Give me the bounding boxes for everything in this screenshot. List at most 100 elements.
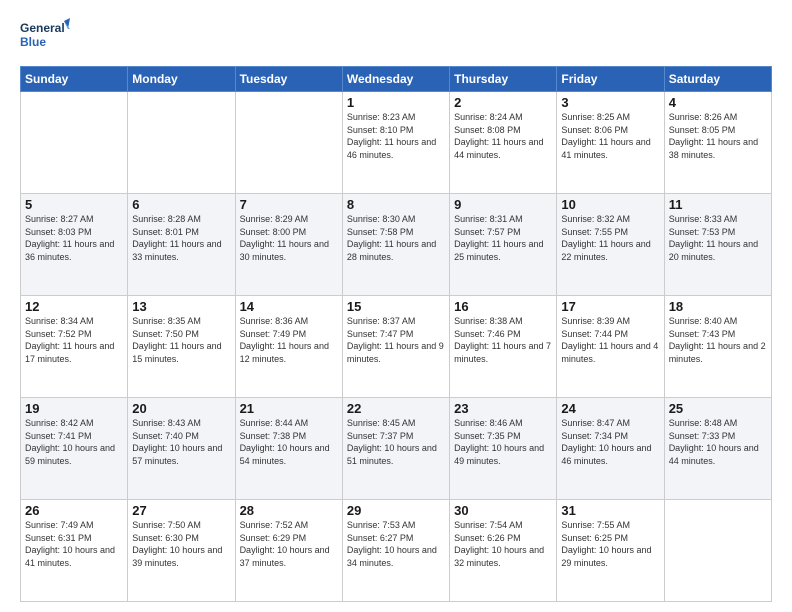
day-number: 4 <box>669 95 767 110</box>
day-cell: 22Sunrise: 8:45 AM Sunset: 7:37 PM Dayli… <box>342 398 449 500</box>
day-info: Sunrise: 8:42 AM Sunset: 7:41 PM Dayligh… <box>25 417 123 467</box>
day-number: 18 <box>669 299 767 314</box>
svg-text:Blue: Blue <box>20 35 46 49</box>
day-cell: 26Sunrise: 7:49 AM Sunset: 6:31 PM Dayli… <box>21 500 128 602</box>
day-cell: 21Sunrise: 8:44 AM Sunset: 7:38 PM Dayli… <box>235 398 342 500</box>
day-info: Sunrise: 8:33 AM Sunset: 7:53 PM Dayligh… <box>669 213 767 263</box>
day-header-sunday: Sunday <box>21 67 128 92</box>
day-number: 5 <box>25 197 123 212</box>
day-cell: 11Sunrise: 8:33 AM Sunset: 7:53 PM Dayli… <box>664 194 771 296</box>
day-info: Sunrise: 8:48 AM Sunset: 7:33 PM Dayligh… <box>669 417 767 467</box>
day-header-monday: Monday <box>128 67 235 92</box>
day-info: Sunrise: 8:35 AM Sunset: 7:50 PM Dayligh… <box>132 315 230 365</box>
day-cell <box>235 92 342 194</box>
day-number: 28 <box>240 503 338 518</box>
calendar-table: SundayMondayTuesdayWednesdayThursdayFrid… <box>20 66 772 602</box>
day-info: Sunrise: 7:54 AM Sunset: 6:26 PM Dayligh… <box>454 519 552 569</box>
header-row: SundayMondayTuesdayWednesdayThursdayFrid… <box>21 67 772 92</box>
day-number: 24 <box>561 401 659 416</box>
day-info: Sunrise: 8:45 AM Sunset: 7:37 PM Dayligh… <box>347 417 445 467</box>
day-number: 8 <box>347 197 445 212</box>
day-cell: 6Sunrise: 8:28 AM Sunset: 8:01 PM Daylig… <box>128 194 235 296</box>
day-info: Sunrise: 8:27 AM Sunset: 8:03 PM Dayligh… <box>25 213 123 263</box>
day-number: 31 <box>561 503 659 518</box>
day-number: 2 <box>454 95 552 110</box>
day-header-thursday: Thursday <box>450 67 557 92</box>
day-info: Sunrise: 8:29 AM Sunset: 8:00 PM Dayligh… <box>240 213 338 263</box>
day-cell: 8Sunrise: 8:30 AM Sunset: 7:58 PM Daylig… <box>342 194 449 296</box>
day-cell: 29Sunrise: 7:53 AM Sunset: 6:27 PM Dayli… <box>342 500 449 602</box>
logo-svg: General Blue <box>20 16 70 58</box>
day-number: 13 <box>132 299 230 314</box>
day-cell: 20Sunrise: 8:43 AM Sunset: 7:40 PM Dayli… <box>128 398 235 500</box>
day-info: Sunrise: 8:32 AM Sunset: 7:55 PM Dayligh… <box>561 213 659 263</box>
day-cell: 18Sunrise: 8:40 AM Sunset: 7:43 PM Dayli… <box>664 296 771 398</box>
day-number: 29 <box>347 503 445 518</box>
day-number: 3 <box>561 95 659 110</box>
day-cell: 25Sunrise: 8:48 AM Sunset: 7:33 PM Dayli… <box>664 398 771 500</box>
day-info: Sunrise: 8:47 AM Sunset: 7:34 PM Dayligh… <box>561 417 659 467</box>
day-number: 23 <box>454 401 552 416</box>
day-cell: 17Sunrise: 8:39 AM Sunset: 7:44 PM Dayli… <box>557 296 664 398</box>
day-info: Sunrise: 8:31 AM Sunset: 7:57 PM Dayligh… <box>454 213 552 263</box>
day-info: Sunrise: 8:25 AM Sunset: 8:06 PM Dayligh… <box>561 111 659 161</box>
logo: General Blue <box>20 16 70 58</box>
day-info: Sunrise: 7:53 AM Sunset: 6:27 PM Dayligh… <box>347 519 445 569</box>
day-number: 16 <box>454 299 552 314</box>
week-row-1: 1Sunrise: 8:23 AM Sunset: 8:10 PM Daylig… <box>21 92 772 194</box>
day-info: Sunrise: 8:26 AM Sunset: 8:05 PM Dayligh… <box>669 111 767 161</box>
day-info: Sunrise: 8:46 AM Sunset: 7:35 PM Dayligh… <box>454 417 552 467</box>
day-header-wednesday: Wednesday <box>342 67 449 92</box>
week-row-3: 12Sunrise: 8:34 AM Sunset: 7:52 PM Dayli… <box>21 296 772 398</box>
day-cell: 4Sunrise: 8:26 AM Sunset: 8:05 PM Daylig… <box>664 92 771 194</box>
day-cell: 13Sunrise: 8:35 AM Sunset: 7:50 PM Dayli… <box>128 296 235 398</box>
day-info: Sunrise: 7:55 AM Sunset: 6:25 PM Dayligh… <box>561 519 659 569</box>
day-number: 7 <box>240 197 338 212</box>
day-number: 14 <box>240 299 338 314</box>
day-cell: 30Sunrise: 7:54 AM Sunset: 6:26 PM Dayli… <box>450 500 557 602</box>
day-cell: 1Sunrise: 8:23 AM Sunset: 8:10 PM Daylig… <box>342 92 449 194</box>
week-row-4: 19Sunrise: 8:42 AM Sunset: 7:41 PM Dayli… <box>21 398 772 500</box>
day-cell: 12Sunrise: 8:34 AM Sunset: 7:52 PM Dayli… <box>21 296 128 398</box>
day-number: 12 <box>25 299 123 314</box>
day-number: 27 <box>132 503 230 518</box>
day-header-tuesday: Tuesday <box>235 67 342 92</box>
page: General Blue SundayMondayTuesdayWednesda… <box>0 0 792 612</box>
day-info: Sunrise: 8:28 AM Sunset: 8:01 PM Dayligh… <box>132 213 230 263</box>
day-info: Sunrise: 8:43 AM Sunset: 7:40 PM Dayligh… <box>132 417 230 467</box>
day-cell: 15Sunrise: 8:37 AM Sunset: 7:47 PM Dayli… <box>342 296 449 398</box>
day-number: 22 <box>347 401 445 416</box>
day-cell: 24Sunrise: 8:47 AM Sunset: 7:34 PM Dayli… <box>557 398 664 500</box>
day-cell: 7Sunrise: 8:29 AM Sunset: 8:00 PM Daylig… <box>235 194 342 296</box>
day-number: 1 <box>347 95 445 110</box>
day-number: 9 <box>454 197 552 212</box>
day-info: Sunrise: 8:36 AM Sunset: 7:49 PM Dayligh… <box>240 315 338 365</box>
day-cell <box>664 500 771 602</box>
day-number: 17 <box>561 299 659 314</box>
header: General Blue <box>20 16 772 58</box>
day-cell: 2Sunrise: 8:24 AM Sunset: 8:08 PM Daylig… <box>450 92 557 194</box>
svg-text:General: General <box>20 21 65 35</box>
day-cell: 19Sunrise: 8:42 AM Sunset: 7:41 PM Dayli… <box>21 398 128 500</box>
day-info: Sunrise: 7:50 AM Sunset: 6:30 PM Dayligh… <box>132 519 230 569</box>
day-cell: 23Sunrise: 8:46 AM Sunset: 7:35 PM Dayli… <box>450 398 557 500</box>
day-cell: 16Sunrise: 8:38 AM Sunset: 7:46 PM Dayli… <box>450 296 557 398</box>
day-cell <box>21 92 128 194</box>
day-number: 26 <box>25 503 123 518</box>
day-number: 19 <box>25 401 123 416</box>
day-cell <box>128 92 235 194</box>
day-number: 11 <box>669 197 767 212</box>
day-number: 15 <box>347 299 445 314</box>
week-row-5: 26Sunrise: 7:49 AM Sunset: 6:31 PM Dayli… <box>21 500 772 602</box>
day-info: Sunrise: 8:37 AM Sunset: 7:47 PM Dayligh… <box>347 315 445 365</box>
day-cell: 10Sunrise: 8:32 AM Sunset: 7:55 PM Dayli… <box>557 194 664 296</box>
day-number: 6 <box>132 197 230 212</box>
day-info: Sunrise: 8:30 AM Sunset: 7:58 PM Dayligh… <box>347 213 445 263</box>
day-cell: 9Sunrise: 8:31 AM Sunset: 7:57 PM Daylig… <box>450 194 557 296</box>
day-info: Sunrise: 8:40 AM Sunset: 7:43 PM Dayligh… <box>669 315 767 365</box>
day-cell: 27Sunrise: 7:50 AM Sunset: 6:30 PM Dayli… <box>128 500 235 602</box>
day-cell: 28Sunrise: 7:52 AM Sunset: 6:29 PM Dayli… <box>235 500 342 602</box>
day-number: 21 <box>240 401 338 416</box>
day-info: Sunrise: 8:23 AM Sunset: 8:10 PM Dayligh… <box>347 111 445 161</box>
day-info: Sunrise: 8:24 AM Sunset: 8:08 PM Dayligh… <box>454 111 552 161</box>
